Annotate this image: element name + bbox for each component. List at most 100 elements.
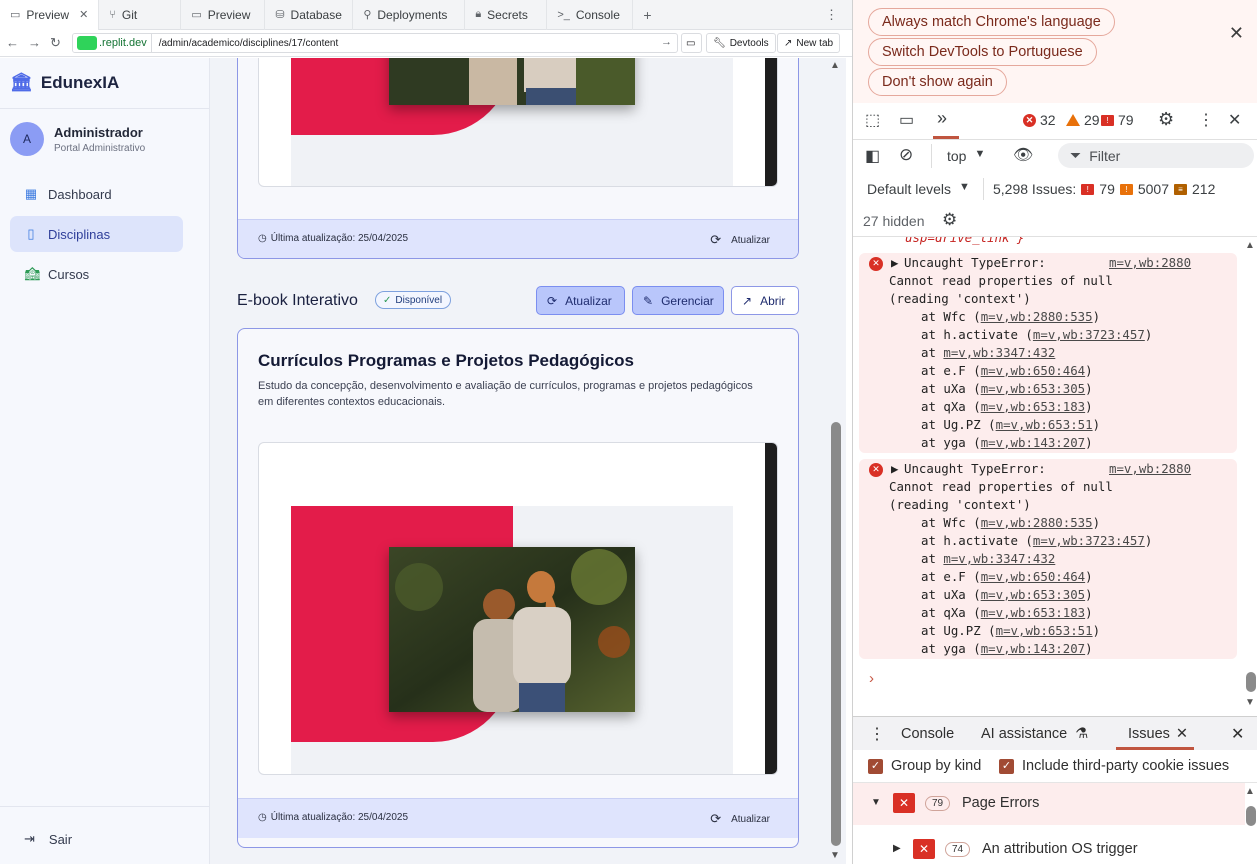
stack-link[interactable]: m=v,wb:650:464 (981, 363, 1085, 378)
url-field[interactable]: .replit.dev /admin/academico/disciplines… (72, 33, 678, 53)
sidebar-item-cursos[interactable]: 🏫︎ Cursos (10, 256, 183, 292)
tab-issues[interactable]: Issues ✕ (1128, 726, 1188, 742)
third-party-checkbox[interactable]: ✓ (999, 759, 1014, 774)
scroll-down-icon[interactable]: ▼ (1245, 697, 1255, 708)
more-tabs-icon[interactable]: » (937, 108, 947, 129)
stack-link[interactable]: m=v,wb:3347:432 (943, 551, 1055, 566)
issue-group-label: Page Errors (962, 795, 1040, 811)
issues-options: ✓ Group by kind ✓ Include third-party co… (853, 750, 1257, 783)
inspect-icon[interactable]: ⬚ (865, 110, 880, 130)
stack-link[interactable]: m=v,wb:143:207 (981, 641, 1085, 656)
close-icon[interactable]: ✕ (1228, 110, 1241, 130)
levels-select[interactable]: Default levels ▼ (867, 181, 970, 197)
refresh-link[interactable]: ⟳ Atualizar (710, 811, 770, 827)
stack-link[interactable]: m=v,wb:653:305 (981, 381, 1085, 396)
stack-link[interactable]: m=v,wb:653:305 (981, 587, 1085, 602)
more-vertical-icon[interactable]: ⋮ (825, 7, 838, 23)
info-icon: ≡ (1174, 183, 1188, 195)
stack-link[interactable]: m=v,wb:653:183 (981, 605, 1085, 620)
stack-link[interactable]: m=v,wb:143:207 (981, 435, 1085, 450)
issue-group-row[interactable]: ▶ ✕ 74 An attribution OS trigger (853, 828, 1245, 864)
stack-link[interactable]: m=v,wb:3723:457 (1033, 327, 1145, 342)
manage-button[interactable]: ✎ Gerenciar (632, 286, 724, 315)
stack-link[interactable]: m=v,wb:2880:535 (981, 515, 1093, 530)
warning-counter[interactable]: 29 (1066, 112, 1100, 128)
tab-git[interactable]: ⑂ Git (99, 0, 182, 30)
close-icon[interactable]: ✕ (1229, 23, 1244, 44)
sidebar-item-disciplinas[interactable]: ▯ Disciplinas (10, 216, 183, 252)
gear-icon[interactable]: ⚙ (1158, 109, 1174, 130)
expand-triangle-icon[interactable]: ▶ (891, 460, 898, 478)
issue-group-row[interactable]: ▼ ✕ 79 Page Errors (853, 783, 1245, 825)
close-icon[interactable]: ✕ (79, 8, 88, 21)
refresh-icon: ⟳ (547, 293, 558, 308)
error-message[interactable]: ✕ ▶ Uncaught TypeError: m=v,wb:2880 Cannot r… (859, 253, 1237, 453)
device-toolbar-icon[interactable]: ▭ (899, 110, 914, 130)
more-vertical-icon[interactable]: ⋮ (869, 724, 885, 744)
console-prompt-icon[interactable]: › (869, 670, 874, 687)
screen-button[interactable]: ▭ (681, 33, 702, 53)
tab-ai-assistance[interactable]: AI assistance ⚗ (981, 726, 1088, 742)
scroll-up-icon[interactable]: ▲ (1245, 786, 1255, 797)
scrollbar-thumb[interactable] (1246, 806, 1256, 826)
dont-show-button[interactable]: Don't show again (868, 68, 1007, 96)
close-drawer-icon[interactable]: ✕ (1231, 724, 1244, 744)
refresh-link[interactable]: ⟳ Atualizar (710, 232, 770, 248)
close-icon[interactable]: ✕ (1176, 726, 1188, 742)
context-select[interactable]: top ▼ (947, 148, 985, 164)
error-message[interactable]: ✕ ▶ Uncaught TypeError: m=v,wb:2880 Cannot r… (859, 459, 1237, 659)
stack-link[interactable]: m=v,wb:653:183 (981, 399, 1085, 414)
tab-preview-active[interactable]: ▭ Preview ✕ (0, 0, 100, 30)
new-tab-button[interactable]: ↗ New tab (777, 33, 841, 53)
more-vertical-icon[interactable]: ⋮ (1198, 110, 1214, 130)
sidebar-toggle-icon[interactable]: ◧ (865, 146, 880, 166)
stack-link[interactable]: m=v,wb:650:464 (981, 569, 1085, 584)
issues-summary[interactable]: 5,298 Issues: ! 79 ! 5007 ≡ 212 (993, 181, 1215, 197)
devtools-button[interactable]: 🔧︎ Devtools (706, 33, 776, 53)
scrollbar-thumb[interactable] (1246, 672, 1256, 692)
group-by-kind-checkbox[interactable]: ✓ (868, 759, 883, 774)
stack-link[interactable]: m=v,wb:2880:535 (981, 309, 1093, 324)
gear-icon[interactable]: ⚙ (942, 210, 957, 230)
source-link[interactable]: m=v,wb:2880 (1109, 460, 1191, 478)
frame-scrollbar[interactable] (765, 443, 777, 774)
tab-deployments[interactable]: ⚲ Deployments (353, 0, 466, 30)
stack-link[interactable]: m=v,wb:3347:432 (943, 345, 1055, 360)
logout-button[interactable]: ⇥ Sair (24, 831, 72, 847)
scroll-up-icon[interactable]: ▲ (1245, 240, 1255, 251)
source-link[interactable]: m=v,wb:2880 (1109, 254, 1191, 272)
stack-link[interactable]: m=v,wb:3723:457 (1033, 533, 1145, 548)
brand-logo[interactable]: 🏛︎ EdunexIA (10, 72, 119, 93)
clear-console-icon[interactable]: ⊘ (899, 145, 913, 165)
update-button[interactable]: ⟳ Atualizar (536, 286, 625, 315)
issue-counter[interactable]: ! 79 (1101, 112, 1134, 128)
add-tab-icon[interactable]: + (633, 7, 661, 23)
expand-triangle-icon[interactable]: ▶ (891, 254, 898, 272)
eye-icon[interactable]: 👁︎ (1013, 145, 1033, 165)
sidebar: 🏛︎ EdunexIA A Administrador Portal Admin… (0, 58, 210, 864)
filter-input[interactable]: ⏷ Filter (1058, 143, 1254, 168)
sidebar-item-dashboard[interactable]: ▦ Dashboard (10, 176, 183, 212)
tab-secrets[interactable]: 🔒︎ Secrets (465, 0, 548, 30)
issue-icon: ! (1101, 114, 1114, 126)
tab-database[interactable]: ⛁ Database (265, 0, 354, 30)
frame-scrollbar[interactable] (765, 58, 777, 186)
match-language-button[interactable]: Always match Chrome's language (868, 8, 1115, 36)
forward-icon[interactable]: → (28, 35, 41, 50)
tab-console[interactable]: >_ Console (547, 0, 634, 30)
scrollbar-thumb[interactable] (831, 422, 841, 846)
error-counter[interactable]: ✕ 32 (1023, 112, 1056, 128)
arrow-right-icon[interactable]: → (661, 36, 672, 48)
ebook-frame[interactable] (258, 442, 778, 775)
open-button[interactable]: ↗ Abrir (731, 286, 799, 315)
back-icon[interactable]: ← (6, 35, 19, 50)
reload-icon[interactable]: ↻ (50, 35, 61, 51)
switch-language-button[interactable]: Switch DevTools to Portuguese (868, 38, 1097, 66)
issue-icon: ✕ (893, 793, 915, 813)
scroll-down-icon[interactable]: ▼ (830, 850, 840, 861)
tab-preview[interactable]: ▭ Preview (181, 0, 266, 30)
tab-console[interactable]: Console (901, 726, 954, 742)
stack-link[interactable]: m=v,wb:653:51 (996, 417, 1093, 432)
stack-link[interactable]: m=v,wb:653:51 (996, 623, 1093, 638)
scroll-up-icon[interactable]: ▲ (830, 60, 840, 71)
